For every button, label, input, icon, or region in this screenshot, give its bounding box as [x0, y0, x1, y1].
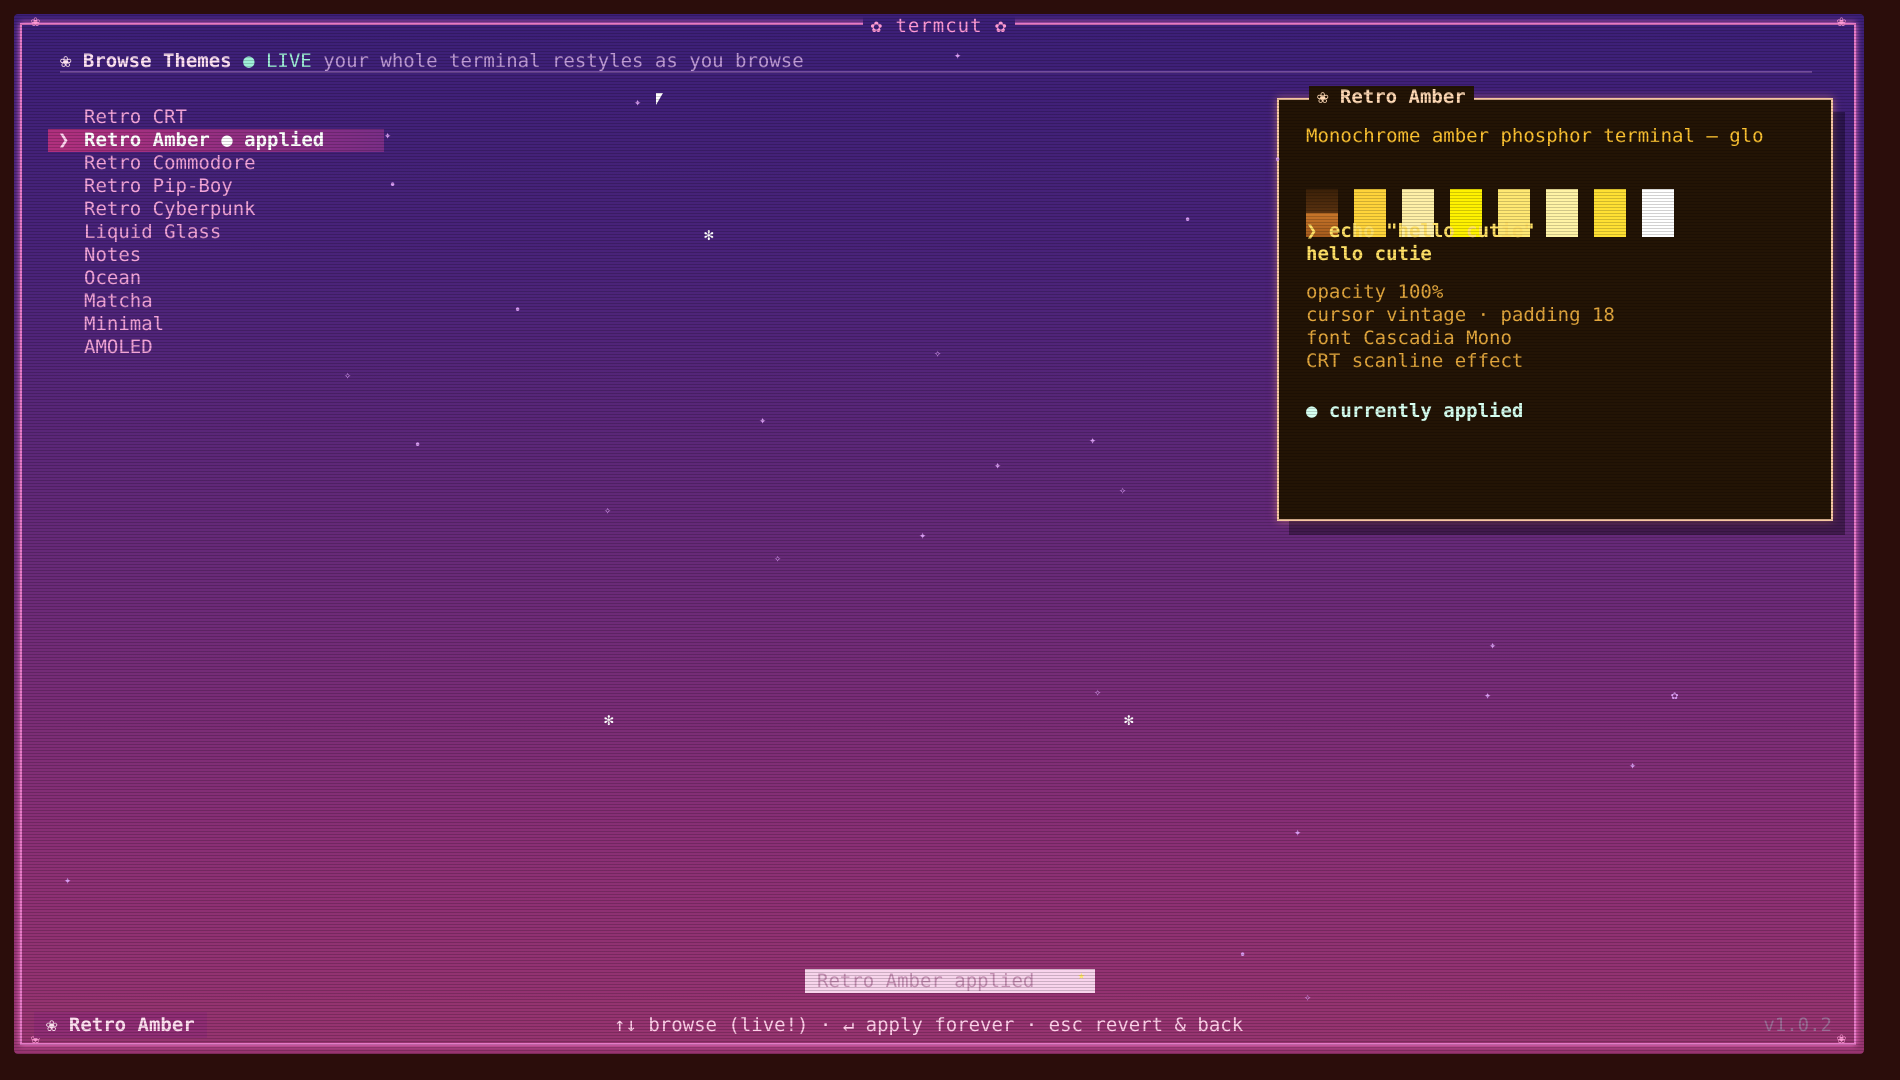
sparkle-icon: ✻ [1124, 710, 1134, 729]
theme-item-matcha[interactable]: Matcha [48, 290, 384, 313]
sparkle-icon: ✧ [1094, 685, 1102, 699]
theme-label: Matcha [84, 290, 153, 312]
color-swatch [1642, 189, 1674, 237]
theme-list: Retro CRT ❯ Retro Amber ● applied Retro C… [48, 106, 384, 359]
theme-label: Liquid Glass [84, 221, 222, 243]
chevron-right-icon: ❯ [58, 129, 70, 151]
sparkle-icon: • [1274, 153, 1282, 167]
sparkle-icon: ✦ [1484, 688, 1492, 702]
theme-label: Notes [84, 244, 142, 266]
sparkle-icon: ✧ [774, 551, 782, 565]
theme-item-ocean[interactable]: Ocean [48, 267, 384, 290]
preview-effect: CRT scanline effect [1306, 350, 1524, 372]
theme-label: Retro Commodore [84, 152, 256, 174]
sparkle-icon: ✦ [954, 48, 962, 62]
preview-output: hello cutie [1306, 243, 1432, 265]
theme-label: Ocean [84, 267, 142, 289]
theme-item-minimal[interactable]: Minimal [48, 313, 384, 336]
theme-label: AMOLED [84, 336, 153, 358]
star-icon: ★ [1077, 968, 1085, 982]
theme-item-amoled[interactable]: AMOLED [48, 336, 384, 359]
theme-label: Minimal [84, 313, 165, 335]
sparkle-icon: ✦ [64, 873, 72, 887]
preview-cursor: cursor vintage · padding 18 [1306, 304, 1615, 326]
sparkle-icon: ✦ [634, 95, 642, 109]
sparkle-icon: ✧ [1119, 483, 1127, 497]
preview-font: font Cascadia Mono [1306, 327, 1512, 349]
theme-item-retro-cyberpunk[interactable]: Retro Cyberpunk [48, 198, 384, 221]
sparkle-icon: ✧ [344, 368, 352, 382]
mouse-cursor-icon [656, 93, 663, 105]
flower-icon: ❀ [60, 50, 72, 72]
sparkle-icon: ✿ [1671, 688, 1679, 702]
sparkle-icon: ✦ [759, 413, 767, 427]
theme-label: Retro Amber ● applied [84, 129, 325, 151]
theme-label: Retro CRT [84, 106, 187, 128]
theme-label: Retro Cyberpunk [84, 198, 256, 220]
theme-label: Retro Pip-Boy [84, 175, 233, 197]
applied-status: ● currently applied [1306, 400, 1524, 422]
theme-preview-card: ❀ Retro Amber Monochrome amber phosphor … [1277, 86, 1833, 521]
theme-item-retro-pip-boy[interactable]: Retro Pip-Boy [48, 175, 384, 198]
app-title-bar: ✿ termcut ✿ [14, 15, 1864, 37]
terminal-screen: ❀ ❀ ❀ ❀ ✿ termcut ✿ ❀ Browse Themes ● LI… [14, 14, 1864, 1054]
sparkle-icon: • [1239, 948, 1247, 962]
sparkle-icon: ✧ [604, 503, 612, 517]
sparkle-icon: ✦ [1294, 825, 1302, 839]
key-hints: ↑↓ browse (live!) · ↵ apply forever · es… [614, 1014, 1244, 1036]
sparkle-icon: ✦ [1629, 758, 1637, 772]
applied-toast: Retro Amber applied ★ [805, 969, 1095, 993]
preview-title: ❀ Retro Amber [1309, 86, 1474, 108]
flower-icon: ❀ [1317, 86, 1329, 108]
color-swatch [1546, 189, 1578, 237]
status-theme-badge: ❀ Retro Amber [34, 1012, 207, 1038]
sparkle-icon: ✧ [1304, 990, 1312, 1004]
sparkle-icon: ✦ [384, 128, 392, 142]
sparkle-icon: ✦ [1489, 638, 1497, 652]
sparkle-icon: ✦ [919, 528, 927, 542]
page-header: ❀ Browse Themes ● LIVE your whole termin… [60, 50, 804, 72]
page-subtitle: your whole terminal restyles as you brow… [323, 50, 804, 72]
sparkle-icon: • [1184, 213, 1192, 227]
theme-item-retro-amber[interactable]: ❯ Retro Amber ● applied [48, 129, 384, 152]
page-title: Browse Themes [82, 50, 232, 72]
sparkle-icon: ✻ [704, 225, 714, 244]
sparkle-icon: • [414, 438, 422, 452]
color-swatch [1594, 189, 1626, 237]
theme-item-liquid-glass[interactable]: Liquid Glass [48, 221, 384, 244]
sparkle-icon: ✦ [994, 458, 1002, 472]
version-label: v1.0.2 [1763, 1014, 1832, 1036]
sparkle-icon: ✧ [934, 346, 942, 360]
sparkle-icon: ✻ [604, 710, 614, 729]
theme-item-retro-commodore[interactable]: Retro Commodore [48, 152, 384, 175]
theme-item-notes[interactable]: Notes [48, 244, 384, 267]
live-label: LIVE [265, 50, 312, 72]
app-title: termcut [895, 15, 983, 37]
preview-opacity: opacity 100% [1306, 281, 1444, 303]
header-divider [60, 71, 1812, 73]
live-dot-icon: ● [243, 50, 255, 72]
preview-description: Monochrome amber phosphor terminal — glo [1306, 125, 1764, 147]
preview-title-text: Retro Amber [1339, 86, 1466, 108]
toast-text: Retro Amber applied [817, 970, 1035, 992]
sparkle-icon: • [514, 303, 522, 317]
sparkle-icon: • [389, 178, 397, 192]
theme-item-retro-crt[interactable]: Retro CRT [48, 106, 384, 129]
status-bar: ❀ Retro Amber ↑↓ browse (live!) · ↵ appl… [34, 1012, 1842, 1038]
sparkle-icon: ✦ [1089, 433, 1097, 447]
preview-command: ❯ echo "hello cutie" [1306, 220, 1535, 242]
